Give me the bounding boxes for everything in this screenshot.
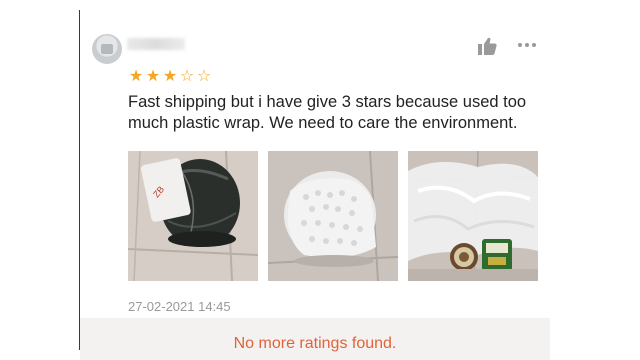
more-options-icon[interactable] (518, 40, 542, 50)
star-filled-icon: ★ (128, 66, 144, 85)
review-card: ★ ★ ★ ☆ ☆ Fast shipping but i have give 3 st… (80, 10, 550, 350)
star-filled-icon: ★ (162, 66, 178, 85)
star-empty-icon: ☆ (179, 66, 195, 85)
user-avatar[interactable] (92, 34, 122, 64)
ratings-footer: No more ratings found. (80, 318, 550, 360)
no-more-ratings-message: No more ratings found. (233, 335, 397, 352)
review-photo-unwrapped-product[interactable] (408, 151, 538, 281)
review-text: Fast shipping but i have give 3 stars be… (128, 93, 527, 132)
review-timestamp: 27-02-2021 14:45 (128, 299, 231, 314)
star-rating: ★ ★ ★ ☆ ☆ (128, 68, 212, 84)
username-blurred (127, 38, 185, 50)
star-empty-icon: ☆ (196, 66, 212, 85)
review-photo-black-parcel[interactable]: ZB (128, 151, 258, 281)
review-photo-bubble-wrap[interactable] (268, 151, 398, 281)
star-filled-icon: ★ (145, 66, 161, 85)
review-photos: ZB (128, 151, 538, 281)
like-thumb-icon[interactable] (476, 36, 498, 56)
